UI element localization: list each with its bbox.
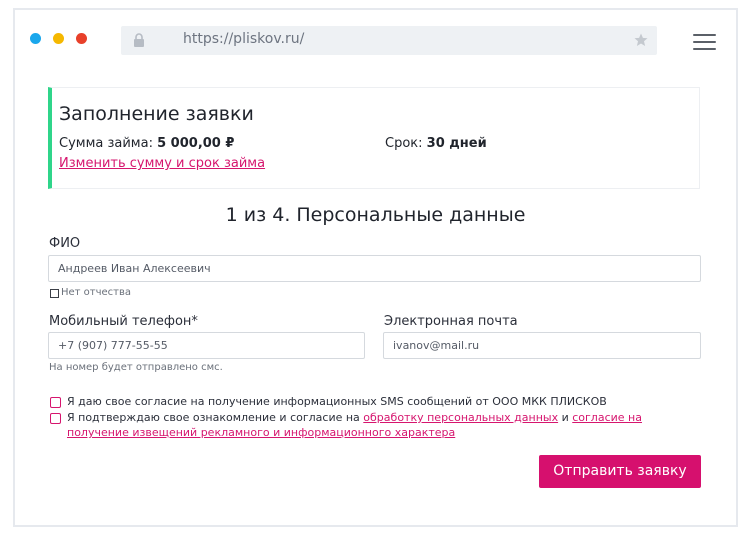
change-amount-link[interactable]: Изменить сумму и срок займа [59,156,265,171]
sms-consent-checkbox[interactable] [50,397,61,408]
fio-label: ФИО [49,236,81,251]
fio-input[interactable]: Андреев Иван Алексеевич [48,255,701,282]
window-dot-yellow [53,33,64,44]
sms-consent-label: Я даю свое согласие на получение информа… [67,395,607,408]
loan-term: Срок: 30 дней [385,136,487,151]
pd-processing-link[interactable]: обработку персональных данных [363,411,558,424]
submit-application-button[interactable]: Отправить заявку [539,455,701,488]
window-dot-red [76,33,87,44]
no-patronymic-label: Нет отчества [61,287,132,298]
star-icon[interactable] [634,33,648,47]
no-patronymic-checkbox[interactable] [50,289,59,298]
email-input[interactable]: ivanov@mail.ru [383,332,701,359]
pd-consent-label: Я подтверждаю свое ознакомление и соглас… [67,411,642,439]
phone-input[interactable]: +7 (907) 777-55-55 [48,332,365,359]
pd-consent-checkbox[interactable] [50,413,61,424]
loan-amount: Сумма займа: 5 000,00 ₽ [59,136,235,151]
window-dot-blue [30,33,41,44]
phone-label: Мобильный телефон* [49,314,198,329]
address-url[interactable]: https://pliskov.ru/ [183,31,304,47]
summary-title: Заполнение заявки [59,103,254,125]
ads-consent-link-2[interactable]: получение извещений рекламного и информа… [67,426,455,439]
step-title: 1 из 4. Персональные данные [225,204,526,226]
email-label: Электронная почта [384,314,518,329]
lock-icon [134,33,144,47]
phone-hint: На номер будет отправлено смс. [49,362,223,373]
ads-consent-link-1[interactable]: согласие на [572,411,642,424]
hamburger-menu-icon[interactable] [693,34,716,50]
